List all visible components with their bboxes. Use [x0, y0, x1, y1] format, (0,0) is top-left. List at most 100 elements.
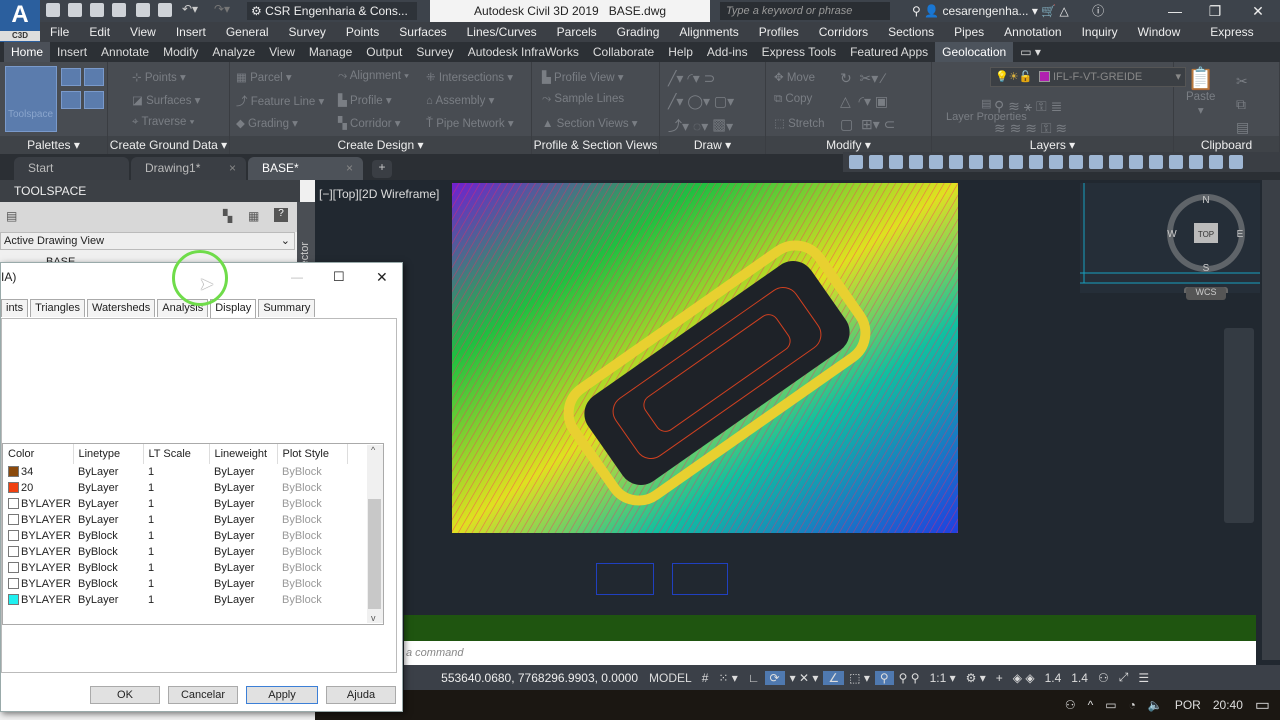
panel-title-palettes[interactable]: Palettes ▾ [0, 136, 107, 154]
cell-lt-scale[interactable]: 1 [143, 480, 209, 496]
wcs-menu[interactable]: WCS [1186, 287, 1226, 300]
snap-icon[interactable]: ⁙ ▾ [713, 671, 742, 685]
table-row[interactable]: BYLAYER ByBlock 1 ByLayer ByBlock [3, 528, 347, 544]
cell-linetype[interactable]: ByLayer [73, 464, 143, 480]
menu-parcels[interactable]: Parcels [547, 22, 607, 42]
profile-view-button[interactable]: ▙ Profile View ▾ [542, 70, 624, 84]
cell-lineweight[interactable]: ByLayer [209, 464, 277, 480]
cell-lt-scale[interactable]: 1 [143, 464, 209, 480]
cell-lineweight[interactable]: ByLayer [209, 512, 277, 528]
tab-infraworks[interactable]: Autodesk InfraWorks [461, 42, 586, 62]
cell-lt-scale[interactable]: 1 [143, 560, 209, 576]
command-input[interactable]: a command [404, 641, 1256, 665]
grid-icon[interactable]: # [697, 671, 714, 685]
close-tab-icon[interactable]: × [346, 157, 353, 180]
cell-plot-style[interactable]: ByBlock [277, 512, 347, 528]
tool-icon[interactable] [849, 155, 863, 169]
workspace-dropdown[interactable]: ⚙ CSR Engenharia & Cons... ▾ [247, 2, 417, 36]
tab-home[interactable]: Home [4, 42, 51, 62]
tool-icon[interactable] [1069, 155, 1083, 169]
tab-collaborate[interactable]: Collaborate [586, 42, 661, 62]
panel-title-draw[interactable]: Draw ▾ [660, 136, 765, 154]
pipe-network-button[interactable]: Ť Pipe Network ▾ [426, 116, 514, 130]
cell-lt-scale[interactable]: 1 [143, 592, 209, 608]
volume-icon[interactable]: 🔈 [1148, 698, 1163, 712]
cell-color[interactable]: BYLAYER [3, 512, 73, 528]
cell-linetype[interactable]: ByBlock [73, 576, 143, 592]
panel-title-psv[interactable]: Profile & Section Views [532, 136, 659, 154]
alignment-button[interactable]: ⤳ Alignment ▾ [338, 70, 409, 83]
menu-pipes[interactable]: Pipes [944, 22, 994, 42]
cell-color[interactable]: 20 [3, 480, 73, 496]
chevron-up-icon[interactable]: ^ [1088, 698, 1094, 712]
fullscreen-icon[interactable]: ⤢ [1114, 670, 1134, 685]
cell-color[interactable]: BYLAYER [3, 496, 73, 512]
cell-lt-scale[interactable]: 1 [143, 512, 209, 528]
menu-surfaces[interactable]: Surfaces [389, 22, 456, 42]
cell-linetype[interactable]: ByLayer [73, 592, 143, 608]
polar-icon[interactable]: ⟳ [764, 670, 785, 685]
mirror-icon[interactable]: △ ◜▾ ▣ [840, 93, 888, 110]
autoscale-icon[interactable]: ⚲ ⚲ [894, 671, 925, 685]
table-row[interactable]: BYLAYER ByLayer 1 ByLayer ByBlock [3, 512, 347, 528]
tab-view[interactable]: View [262, 42, 302, 62]
cell-color[interactable]: 34 [3, 464, 73, 480]
value-2[interactable]: 1.4 [1066, 671, 1093, 685]
layer-dropdown[interactable]: 💡☀🔓 IFL-F-VT-GREIDE ▾ [990, 67, 1186, 87]
viewport-controls[interactable]: [−][Top][2D Wireframe] [319, 187, 439, 201]
new-tab-button[interactable]: + [372, 160, 392, 178]
grid-scrollbar[interactable]: ^ v [367, 445, 383, 623]
toolbox-icon[interactable] [84, 91, 104, 109]
hatch-icon[interactable]: ⤴▾ ◌▾ ▩▾ [668, 116, 733, 136]
tab-survey[interactable]: Survey [409, 42, 460, 62]
column-linetype[interactable]: Linetype [73, 444, 144, 464]
tool-icon[interactable] [1129, 155, 1143, 169]
ortho-icon[interactable]: ∟ [743, 671, 765, 685]
column-color[interactable]: Color [3, 444, 74, 464]
table-row[interactable]: BYLAYER ByBlock 1 ByLayer ByBlock [3, 576, 347, 592]
sample-lines-button[interactable]: ⤳ Sample Lines [542, 93, 624, 106]
menu-window[interactable]: Window [1128, 22, 1191, 42]
annotation-visibility-icon[interactable]: ⚲ [874, 670, 894, 685]
cell-lineweight[interactable]: ByLayer [209, 544, 277, 560]
menu-express[interactable]: Express [1190, 22, 1263, 42]
viewcube-top[interactable]: TOP [1198, 230, 1214, 239]
redo-icon[interactable]: ↷▾ [214, 2, 230, 16]
tab-modify[interactable]: Modify [156, 42, 205, 62]
menu-survey[interactable]: Survey [279, 22, 336, 42]
feature-line-button[interactable]: ⤴ Feature Line ▾ [236, 93, 324, 109]
save-as-icon[interactable] [112, 3, 126, 17]
menu-profiles[interactable]: Profiles [749, 22, 809, 42]
cell-color[interactable]: BYLAYER [3, 576, 73, 592]
profile-button[interactable]: ▙ Profile ▾ [338, 93, 392, 107]
cell-plot-style[interactable]: ByBlock [277, 576, 347, 592]
menu-points[interactable]: Points [336, 22, 389, 42]
menu-lines-curves[interactable]: Lines/Curves [457, 22, 547, 42]
model-space-button[interactable]: MODEL [644, 671, 697, 685]
cell-lineweight[interactable]: ByLayer [209, 496, 277, 512]
cell-lt-scale[interactable]: 1 [143, 576, 209, 592]
battery-icon[interactable]: ▭ [1105, 698, 1116, 712]
tab-featured-apps[interactable]: Featured Apps [843, 42, 935, 62]
help-icon[interactable]: ⓘ [1092, 4, 1104, 18]
cell-plot-style[interactable]: ByBlock [277, 528, 347, 544]
column-lineweight[interactable]: Lineweight [209, 444, 278, 464]
ribbon-options-icon[interactable]: ▭ ▾ [1013, 42, 1048, 62]
cell-lt-scale[interactable]: 1 [143, 544, 209, 560]
object-snap-tracking-icon[interactable]: ∠ [823, 670, 845, 685]
menu-edit[interactable]: Edit [79, 22, 120, 42]
menu-insert[interactable]: Insert [166, 22, 216, 42]
tab-add-ins[interactable]: Add-ins [700, 42, 755, 62]
cell-plot-style[interactable]: ByBlock [277, 464, 347, 480]
cell-linetype[interactable]: ByBlock [73, 528, 143, 544]
tab-watersheds[interactable]: Watersheds [86, 299, 156, 317]
surfaces-button[interactable]: ◪ Surfaces ▾ [132, 93, 200, 107]
user-menu[interactable]: ⚲ 👤 cesarengenha... ▾ 🛒 △ ⓘ [912, 0, 1104, 22]
assembly-button[interactable]: ⌂ Assembly ▾ [426, 93, 494, 107]
tool-icon[interactable] [1049, 155, 1063, 169]
tab-drawing1[interactable]: Drawing1* × [131, 157, 246, 180]
cancel-button[interactable]: Cancelar [168, 686, 238, 704]
cell-lineweight[interactable]: ByLayer [209, 480, 277, 496]
cell-plot-style[interactable]: ByBlock [277, 560, 347, 576]
tab-geolocation[interactable]: Geolocation [935, 42, 1014, 62]
